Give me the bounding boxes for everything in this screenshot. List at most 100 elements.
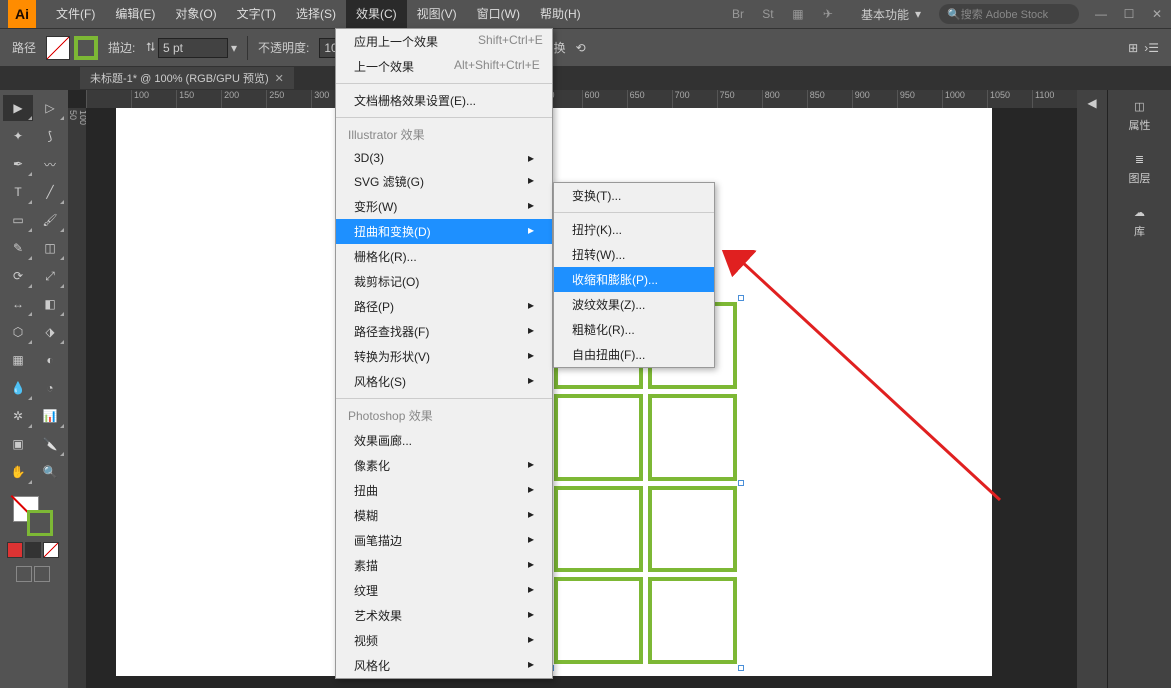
scale-tool[interactable]: ⤢ [35, 263, 65, 289]
search-input[interactable]: 🔍 搜索 Adobe Stock [939, 4, 1079, 24]
last-effect-item[interactable]: 上一个效果Alt+Shift+Ctrl+E [336, 54, 552, 79]
bridge-icon[interactable]: Br [726, 4, 750, 24]
stroke-swatch[interactable] [74, 36, 98, 60]
stroke-weight-input[interactable]: ⮁5 pt▾ [145, 38, 237, 58]
document-tab[interactable]: 未标题-1* @ 100% (RGB/GPU 预览) ✕ [80, 67, 294, 89]
sketch-item[interactable]: 素描▸ [336, 553, 552, 578]
isolate-icon[interactable]: ⟲ [576, 41, 586, 55]
path-item[interactable]: 路径(P)▸ [336, 294, 552, 319]
gpu-icon[interactable]: ✈ [816, 4, 840, 24]
svg-filters-item[interactable]: SVG 滤镜(G)▸ [336, 169, 552, 194]
close-button[interactable]: ✕ [1143, 2, 1171, 26]
menu-effect[interactable]: 效果(C) [346, 0, 407, 28]
3d-item[interactable]: 3D(3)▸ [336, 147, 552, 169]
hand-tool[interactable]: ✋ [3, 459, 33, 485]
arrange-icon[interactable]: ▦ [786, 4, 810, 24]
brush-tool[interactable]: 🖌 [35, 207, 65, 233]
crop-marks-item[interactable]: 裁剪标记(O) [336, 269, 552, 294]
maximize-button[interactable]: ☐ [1115, 2, 1143, 26]
shaper-tool[interactable]: ✎ [3, 235, 33, 261]
properties-icon: ◫ [1134, 100, 1144, 113]
horizontal-ruler[interactable]: 1001502002503003504004505005506006507007… [86, 90, 1077, 108]
convert-shape-item[interactable]: 转换为形状(V)▸ [336, 344, 552, 369]
fill-stroke-swatch[interactable] [13, 496, 53, 536]
free-transform-tool[interactable]: ◧ [35, 291, 65, 317]
brush-strokes-item[interactable]: 画笔描边▸ [336, 528, 552, 553]
menu-file[interactable]: 文件(F) [46, 0, 105, 28]
width-tool[interactable]: ↔ [3, 291, 33, 317]
stylize-item[interactable]: 风格化(S)▸ [336, 369, 552, 394]
lasso-tool[interactable]: ⟆ [35, 123, 65, 149]
roughen-item[interactable]: 粗糙化(R)... [554, 317, 714, 342]
eraser-tool[interactable]: ◫ [35, 235, 65, 261]
distort-transform-item[interactable]: 扭曲和变换(D)▸ [336, 219, 552, 244]
direct-selection-tool[interactable]: ▷ [35, 95, 65, 121]
blur-item[interactable]: 模糊▸ [336, 503, 552, 528]
rectangle-tool[interactable]: ▭ [3, 207, 33, 233]
mesh-tool[interactable]: ▦ [3, 347, 33, 373]
screen-mode-normal[interactable] [16, 566, 32, 582]
curvature-tool[interactable]: 〰 [35, 151, 65, 177]
menu-window[interactable]: 窗口(W) [467, 0, 530, 28]
line-tool[interactable]: ╱ [35, 179, 65, 205]
fill-swatch[interactable] [46, 36, 70, 60]
free-distort-item[interactable]: 自由扭曲(F)... [554, 342, 714, 367]
selection-tool[interactable]: ▶ [3, 95, 33, 121]
color-mode-gradient[interactable] [25, 542, 41, 558]
stock-icon[interactable]: St [756, 4, 780, 24]
menu-type[interactable]: 文字(T) [227, 0, 286, 28]
shape-builder-tool[interactable]: ⬡ [3, 319, 33, 345]
pucker-bloat-item[interactable]: 收缩和膨胀(P)... [554, 267, 714, 292]
menu-edit[interactable]: 编辑(E) [105, 0, 165, 28]
screen-mode-full[interactable] [34, 566, 50, 582]
zoom-tool[interactable]: 🔍 [35, 459, 65, 485]
color-mode-fill[interactable] [7, 542, 23, 558]
tweak-item[interactable]: 扭拧(K)... [554, 217, 714, 242]
eyedropper-tool[interactable]: 💧 [3, 375, 33, 401]
artistic-item[interactable]: 艺术效果▸ [336, 603, 552, 628]
properties-panel-item[interactable]: ◫ 属性 [1108, 90, 1171, 143]
stylize2-item[interactable]: 风格化▸ [336, 653, 552, 678]
gradient-tool[interactable]: ◐ [35, 347, 65, 373]
apply-last-effect-item[interactable]: 应用上一个效果Shift+Ctrl+E [336, 29, 552, 54]
symbol-sprayer-tool[interactable]: ✲ [3, 403, 33, 429]
minimize-button[interactable]: — [1087, 2, 1115, 26]
graph-tool[interactable]: 📊 [35, 403, 65, 429]
workspace-select[interactable]: 基本功能▾ [851, 3, 931, 26]
panel-dock-icon[interactable]: ⊞ [1128, 41, 1138, 55]
perspective-tool[interactable]: ⬗ [35, 319, 65, 345]
libraries-panel-item[interactable]: ☁ 库 [1108, 196, 1171, 249]
opacity-label: 不透明度: [258, 39, 309, 56]
transform-each-item[interactable]: 变换(T)... [554, 183, 714, 208]
close-tab-icon[interactable]: ✕ [275, 72, 284, 85]
panel-menu-icon[interactable]: ›☰ [1144, 41, 1159, 55]
distort2-item[interactable]: 扭曲▸ [336, 478, 552, 503]
rotate-tool[interactable]: ⟳ [3, 263, 33, 289]
document-tab-title: 未标题-1* @ 100% (RGB/GPU 预览) [90, 70, 269, 86]
pen-tool[interactable]: ✒ [3, 151, 33, 177]
right-dock-collapsed[interactable]: ◀ [1077, 90, 1107, 688]
menu-select[interactable]: 选择(S) [286, 0, 346, 28]
menu-object[interactable]: 对象(O) [165, 0, 226, 28]
warp-item[interactable]: 变形(W)▸ [336, 194, 552, 219]
blend-tool[interactable]: ◔ [35, 375, 65, 401]
rasterize-item[interactable]: 栅格化(R)... [336, 244, 552, 269]
video-item[interactable]: 视频▸ [336, 628, 552, 653]
type-tool[interactable]: T [3, 179, 33, 205]
vertical-ruler[interactable]: 5010015020025030035040045050055060065070… [68, 108, 86, 688]
slice-tool[interactable]: 🔪 [35, 431, 65, 457]
layers-panel-item[interactable]: ≣ 图层 [1108, 143, 1171, 196]
pixelate-item[interactable]: 像素化▸ [336, 453, 552, 478]
texture-item[interactable]: 纹理▸ [336, 578, 552, 603]
color-mode-none[interactable] [43, 542, 59, 558]
twist-item[interactable]: 扭转(W)... [554, 242, 714, 267]
menu-help[interactable]: 帮助(H) [530, 0, 591, 28]
raster-settings-item[interactable]: 文档栅格效果设置(E)... [336, 88, 552, 113]
effect-gallery-item[interactable]: 效果画廊... [336, 428, 552, 453]
menu-view[interactable]: 视图(V) [407, 0, 467, 28]
pathfinder-item[interactable]: 路径查找器(F)▸ [336, 319, 552, 344]
zigzag-item[interactable]: 波纹效果(Z)... [554, 292, 714, 317]
app-logo: Ai [8, 0, 36, 28]
artboard-tool[interactable]: ▣ [3, 431, 33, 457]
magic-wand-tool[interactable]: ✦ [3, 123, 33, 149]
